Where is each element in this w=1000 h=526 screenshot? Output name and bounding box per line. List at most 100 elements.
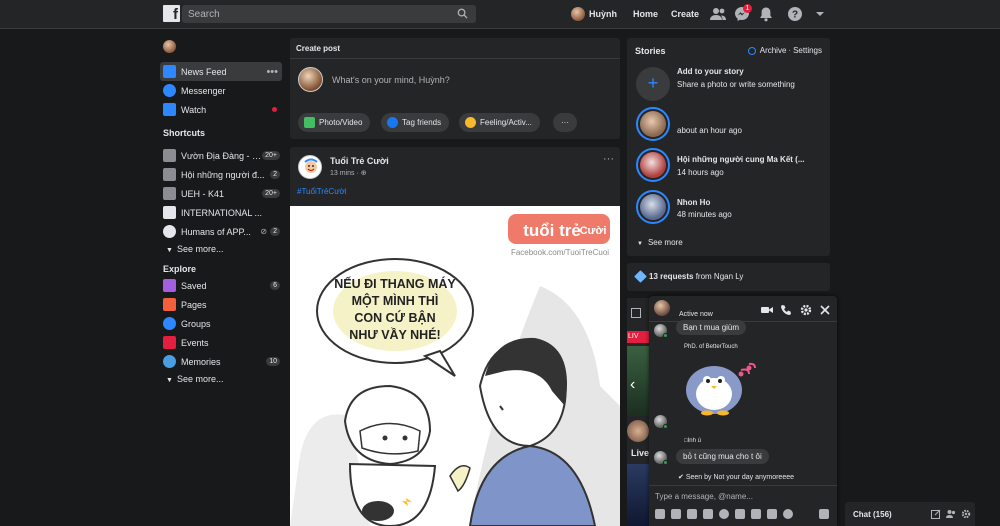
new-group-icon[interactable]	[946, 509, 956, 519]
gif-icon[interactable]	[687, 509, 697, 519]
chat-header[interactable]: Active now	[649, 296, 837, 322]
post-hashtag[interactable]: #TuổiTrẻCười	[297, 187, 347, 196]
add-story-plus-icon[interactable]: +	[636, 67, 670, 101]
nav-watch[interactable]: Watch	[160, 100, 282, 119]
feed-post: Tuổi Trẻ Cười 13 mins · ⊕ ··· #TuổiTrẻCư…	[290, 147, 620, 526]
close-icon[interactable]	[819, 304, 831, 316]
search-icon[interactable]	[457, 8, 468, 19]
explore-item-groups[interactable]: Groups	[160, 314, 282, 333]
carousel-prev-icon[interactable]: ‹	[630, 376, 635, 394]
feeling-activity-button[interactable]: Feeling/Activ...	[459, 113, 540, 132]
home-link[interactable]: Home	[633, 9, 658, 19]
shortcut-item[interactable]: Hội những người đ... 2	[160, 165, 282, 184]
friend-requests-card[interactable]: 13 requests from Ngan Ly	[627, 263, 830, 291]
shortcut-count: 2	[270, 227, 280, 236]
tag-friends-button[interactable]: Tag friends	[381, 113, 450, 132]
story-avatar[interactable]	[636, 107, 670, 141]
profile-link[interactable]: Huỳnh	[571, 6, 617, 22]
shortcuts-see-more[interactable]: ▼ See more...	[166, 244, 223, 254]
story-name[interactable]: Hội những người cung Ma Kết (...	[677, 155, 822, 164]
explore-count: 6	[270, 281, 280, 290]
shortcut-item[interactable]: UEH - K41 20+	[160, 184, 282, 203]
emoji-icon[interactable]	[719, 509, 729, 519]
live-badge: LIV	[627, 331, 649, 343]
chat-message-input[interactable]: Type a message, @name...	[655, 492, 753, 501]
check-icon: ✔	[678, 474, 684, 481]
create-link[interactable]: Create	[671, 9, 699, 19]
group-icon	[163, 187, 176, 200]
video-call-icon[interactable]	[761, 304, 773, 316]
post-timestamp[interactable]: 13 mins · ⊕	[330, 169, 367, 177]
avatar[interactable]	[298, 67, 323, 92]
watch-icon	[163, 103, 176, 116]
more-options-button[interactable]: ···	[553, 113, 577, 132]
post-composer-input[interactable]: What's on your mind, Huỳnh?	[332, 75, 450, 85]
stories-title: Stories	[635, 46, 666, 56]
new-message-icon[interactable]	[931, 509, 941, 519]
explore-item-events[interactable]: Events	[160, 333, 282, 352]
post-more-icon[interactable]: ···	[603, 153, 614, 165]
group-icon	[163, 149, 176, 162]
chat-bar[interactable]: Chat (156)	[845, 502, 975, 526]
divider	[649, 485, 837, 486]
left-nav-avatar[interactable]	[163, 40, 176, 53]
penguin-sticker-icon[interactable]	[679, 356, 759, 416]
photo-icon[interactable]	[767, 509, 777, 519]
shortcut-label: Vườn Địa Đàng - G...	[181, 150, 263, 161]
avatar	[654, 300, 670, 316]
account-menu-caret-icon[interactable]	[812, 6, 828, 22]
shortcut-item[interactable]: INTERNATIONAL ...	[160, 203, 282, 222]
page-avatar[interactable]	[298, 155, 322, 179]
story-avatar[interactable]	[636, 148, 670, 182]
see-more-label: See more...	[176, 374, 224, 384]
archive-link[interactable]: Archive	[760, 46, 787, 55]
explore-item-saved[interactable]: Saved 6	[160, 276, 282, 295]
chat-status: Active now	[679, 311, 713, 318]
sticker-icon[interactable]	[671, 509, 681, 519]
camera-icon[interactable]	[703, 509, 713, 519]
post-author[interactable]: Tuổi Trẻ Cười	[330, 156, 389, 166]
explore-see-more[interactable]: ▼ See more...	[166, 374, 223, 384]
seen-text: Seen by Not your day anymoreeee	[685, 474, 795, 481]
live-thumbnail[interactable]	[627, 464, 649, 526]
audio-icon[interactable]	[783, 509, 793, 519]
gear-icon[interactable]	[800, 304, 812, 316]
search-input[interactable]	[188, 7, 448, 21]
link-icon[interactable]	[735, 509, 745, 519]
button-label: Photo/Video	[319, 118, 363, 127]
more-options-icon[interactable]: •••	[266, 66, 278, 78]
post-comic-image[interactable]: tuổi trẻ Cười Facebook.com/TuoiTreCuoi N…	[290, 206, 620, 526]
create-post-title: Create post	[296, 44, 341, 53]
story-avatar[interactable]	[636, 190, 670, 224]
shortcuts-title: Shortcuts	[163, 128, 206, 138]
shortcut-item[interactable]: Humans of APP... ⊘ 2	[160, 222, 282, 241]
notifications-bell-icon[interactable]	[758, 6, 774, 22]
thumbs-up-icon[interactable]	[819, 509, 829, 519]
help-icon[interactable]: ?	[787, 6, 803, 22]
phone-call-icon[interactable]	[780, 304, 792, 316]
add-story-title[interactable]: Add to your story	[677, 67, 744, 76]
facebook-logo-icon[interactable]: f	[163, 5, 180, 23]
shortcut-item[interactable]: Vườn Địa Đàng - G... 20+	[160, 146, 282, 165]
requests-from: from Ngan Ly	[693, 272, 744, 281]
photo-icon	[304, 117, 315, 128]
comic-logo-sub: Cười	[580, 225, 607, 237]
explore-item-memories[interactable]: Memories 10	[160, 352, 282, 371]
archive-clock-icon	[747, 46, 756, 55]
avatar[interactable]	[627, 420, 649, 442]
explore-item-pages[interactable]: Pages	[160, 295, 282, 314]
photo-video-button[interactable]: Photo/Video	[298, 113, 371, 132]
nav-messenger[interactable]: Messenger	[160, 81, 282, 100]
attachment-icon[interactable]	[751, 509, 761, 519]
story-name[interactable]: Nhon Ho	[677, 198, 822, 207]
image-icon[interactable]	[655, 509, 665, 519]
chat-bar-label: Chat (156)	[853, 510, 892, 519]
search-box[interactable]	[182, 5, 476, 23]
gear-icon[interactable]	[961, 509, 971, 519]
settings-link[interactable]: Settings	[793, 46, 822, 55]
svg-text:CON CỨ BẬN: CON CỨ BẬN	[354, 310, 435, 325]
stories-see-more[interactable]: ▼ See more	[637, 238, 683, 247]
svg-text:NẾU ĐI THANG MÁY: NẾU ĐI THANG MÁY	[334, 276, 456, 291]
nav-news-feed[interactable]: News Feed •••	[160, 62, 282, 81]
friend-requests-icon[interactable]	[710, 6, 726, 22]
